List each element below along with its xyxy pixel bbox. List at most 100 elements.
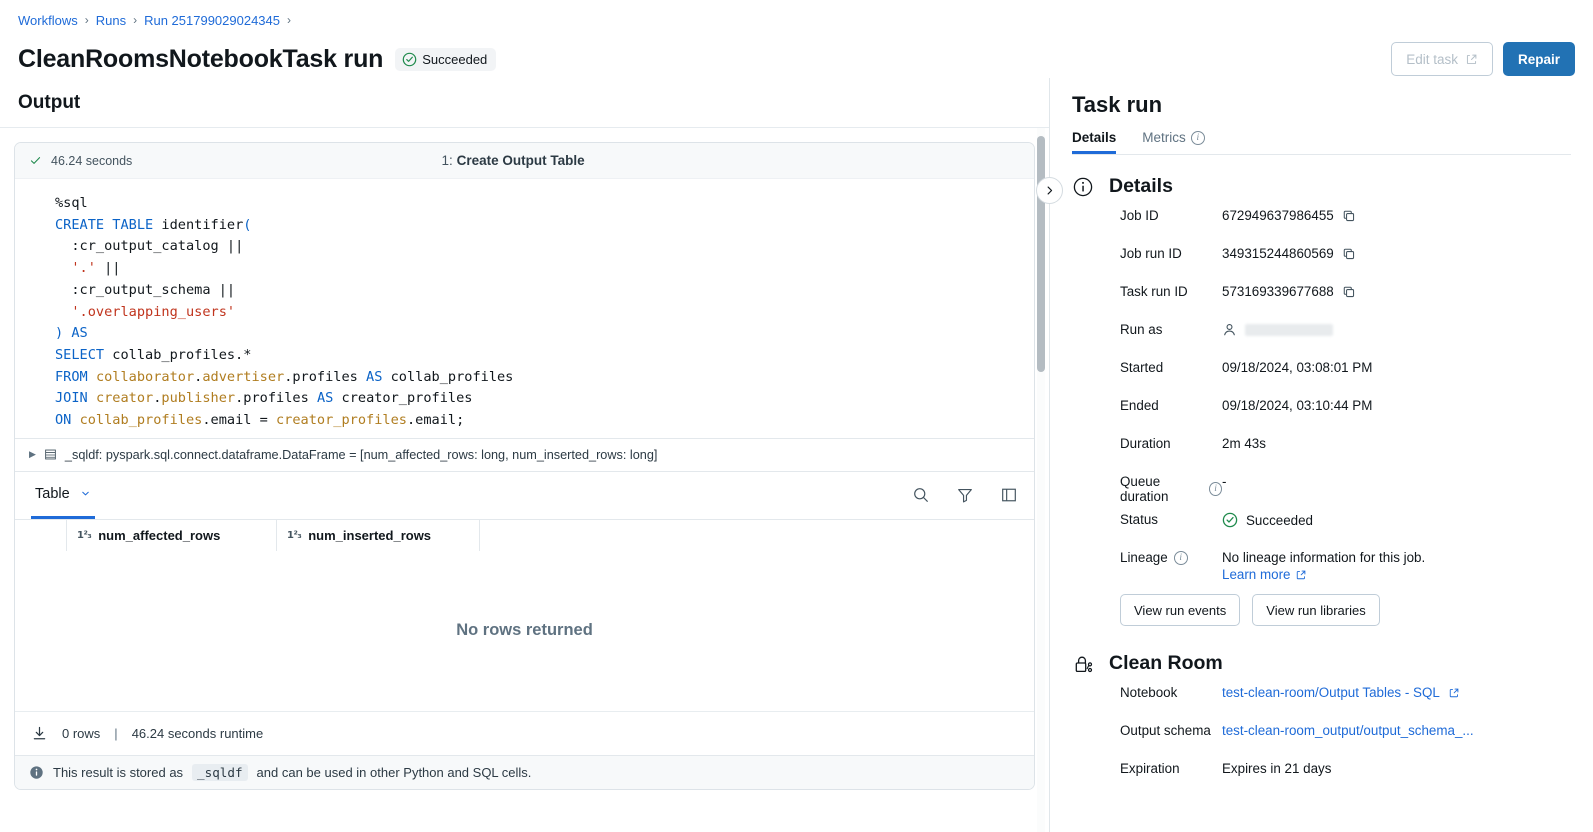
page-header: Workflows › Runs › Run 251799029024345 ›…	[0, 0, 1593, 78]
notebook-cell: 46.24 seconds 1: Create Output Table %sq…	[14, 142, 1035, 790]
code-line: :cr_output_schema ||	[55, 282, 235, 298]
cell-name-label: Create Output Table	[457, 153, 585, 168]
output-pane: Output 46.24 seconds 1:	[0, 78, 1050, 832]
detail-label-text: Lineage	[1120, 550, 1168, 565]
external-link-icon	[1448, 687, 1460, 699]
code-line: '.' ||	[55, 260, 121, 276]
lineage-message: No lineage information for this job.	[1222, 550, 1425, 565]
output-schema-link[interactable]: test-clean-room_output/output_schema_...	[1222, 723, 1474, 738]
detail-row-lineage: Lineage i No lineage information for thi…	[1072, 550, 1571, 588]
clean-room-section-header: Clean Room	[1072, 652, 1571, 675]
detail-value: No lineage information for this job. Lea…	[1222, 550, 1425, 582]
detail-value: 573169339677688	[1222, 284, 1356, 299]
detail-row-queue-duration: Queue duration i -	[1072, 474, 1571, 512]
info-icon[interactable]: i	[1209, 482, 1222, 496]
tab-details[interactable]: Details	[1072, 130, 1116, 154]
clean-room-lock-share-icon	[1072, 653, 1094, 675]
number-type-icon: 1²₃	[77, 530, 91, 541]
detail-label: Expiration	[1072, 761, 1222, 776]
redacted-username	[1245, 324, 1333, 336]
expand-triangle-icon[interactable]: ▶	[29, 449, 36, 460]
cell-duration: 46.24 seconds	[29, 154, 132, 168]
task-run-tabs: Details Metrics i	[1072, 130, 1571, 155]
detail-value-text: 672949637986455	[1222, 208, 1334, 223]
result-note-prefix: This result is stored as	[53, 765, 183, 780]
chevron-down-icon[interactable]	[80, 488, 91, 499]
breadcrumb-item-workflows[interactable]: Workflows	[18, 13, 78, 28]
column-header[interactable]: 1²₃ num_affected_rows	[67, 520, 277, 551]
view-run-events-button[interactable]: View run events	[1120, 594, 1240, 626]
detail-value: test-clean-room_output/output_schema_...	[1222, 723, 1474, 738]
detail-label: Lineage i	[1072, 550, 1222, 565]
detail-label: Notebook	[1072, 685, 1222, 700]
filter-icon[interactable]	[956, 486, 974, 504]
detail-value	[1222, 322, 1333, 337]
download-icon[interactable]	[31, 725, 48, 742]
column-header[interactable]: 1²₃ num_inserted_rows	[277, 520, 480, 551]
details-section-header: Details	[1072, 175, 1571, 198]
workflow-run-page: Workflows › Runs › Run 251799029024345 ›…	[0, 0, 1593, 832]
code-line: ) AS	[55, 325, 88, 341]
copy-icon[interactable]	[1342, 285, 1356, 299]
result-grid-header: 1²₃ num_affected_rows 1²₃ num_inserted_r…	[15, 519, 1034, 551]
external-link-icon	[1295, 569, 1307, 581]
view-run-libraries-button[interactable]: View run libraries	[1252, 594, 1379, 626]
detail-label: Job ID	[1072, 208, 1222, 223]
output-scrollbar-thumb[interactable]	[1037, 136, 1045, 372]
clean-room-row-output-schema: Output schema test-clean-room_output/out…	[1072, 723, 1571, 761]
sql-code-block[interactable]: %sql CREATE TABLE identifier( :cr_output…	[15, 179, 1034, 438]
cell-index-label: 1:	[442, 153, 453, 168]
dataframe-summary-row[interactable]: ▶ _sqldf: pyspark.sql.connect.dataframe.…	[15, 438, 1034, 471]
code-line: :cr_output_catalog ||	[55, 238, 243, 254]
detail-label-text: Queue duration	[1120, 474, 1203, 504]
code-line: FROM collaborator.advertiser.profiles AS…	[55, 369, 513, 385]
cell-title: 1: Create Output Table	[442, 153, 585, 168]
info-icon[interactable]: i	[1174, 551, 1188, 565]
chevron-right-icon	[1044, 185, 1055, 196]
repair-button[interactable]: Repair	[1503, 42, 1575, 76]
tab-table[interactable]: Table	[31, 471, 95, 519]
row-index-header	[15, 520, 67, 551]
task-run-inner: Task run Details Metrics i	[1050, 78, 1593, 799]
detail-row-ended: Ended 09/18/2024, 03:10:44 PM	[1072, 398, 1571, 436]
cell-header: 46.24 seconds 1: Create Output Table	[15, 143, 1034, 179]
detail-value: 672949637986455	[1222, 208, 1356, 223]
tab-metrics[interactable]: Metrics i	[1142, 130, 1205, 154]
status-badge: Succeeded	[395, 48, 496, 71]
detail-row-status: Status Succeeded	[1072, 512, 1571, 550]
edit-task-button[interactable]: Edit task	[1391, 42, 1493, 76]
column-header-label: num_affected_rows	[98, 528, 220, 543]
info-icon[interactable]: i	[1191, 131, 1205, 145]
result-note-suffix: and can be used in other Python and SQL …	[257, 765, 532, 780]
learn-more-link[interactable]: Learn more	[1222, 567, 1290, 582]
collapse-panel-button[interactable]	[1036, 177, 1063, 204]
search-icon[interactable]	[912, 486, 930, 504]
details-section: Details Job ID 672949637986455 Job run I…	[1072, 175, 1571, 626]
code-line: ON collab_profiles.email = creator_profi…	[55, 412, 464, 428]
breadcrumb-separator-icon: ›	[85, 13, 89, 27]
detail-label: Output schema	[1072, 723, 1222, 738]
detail-row-duration: Duration 2m 43s	[1072, 436, 1571, 474]
code-line: %sql	[55, 195, 88, 211]
status-badge-label: Succeeded	[422, 52, 487, 67]
number-type-icon: 1²₃	[287, 530, 301, 541]
breadcrumb-item-run-id[interactable]: Run 251799029024345	[144, 13, 280, 28]
breadcrumb-item-runs[interactable]: Runs	[96, 13, 126, 28]
detail-value-text: 573169339677688	[1222, 284, 1334, 299]
detail-label: Status	[1072, 512, 1222, 527]
detail-value-text: 349315244860569	[1222, 246, 1334, 261]
detail-label: Started	[1072, 360, 1222, 375]
check-circle-icon	[402, 52, 417, 67]
header-actions: Edit task Repair	[1391, 42, 1575, 76]
copy-icon[interactable]	[1342, 247, 1356, 261]
copy-icon[interactable]	[1342, 209, 1356, 223]
notebook-link[interactable]: test-clean-room/Output Tables - SQL	[1222, 685, 1440, 700]
detail-label: Task run ID	[1072, 284, 1222, 299]
page-title: CleanRoomsNotebookTask run	[18, 45, 383, 74]
task-run-panel: Task run Details Metrics i	[1050, 78, 1593, 832]
cell-duration-label: 46.24 seconds	[51, 154, 132, 168]
result-note-bar: This result is stored as _sqldf and can …	[15, 755, 1034, 789]
side-panel-icon[interactable]	[1000, 486, 1018, 504]
empty-result-message: No rows returned	[15, 551, 1034, 711]
clean-room-section: Clean Room Notebook test-clean-room/Outp…	[1072, 652, 1571, 799]
